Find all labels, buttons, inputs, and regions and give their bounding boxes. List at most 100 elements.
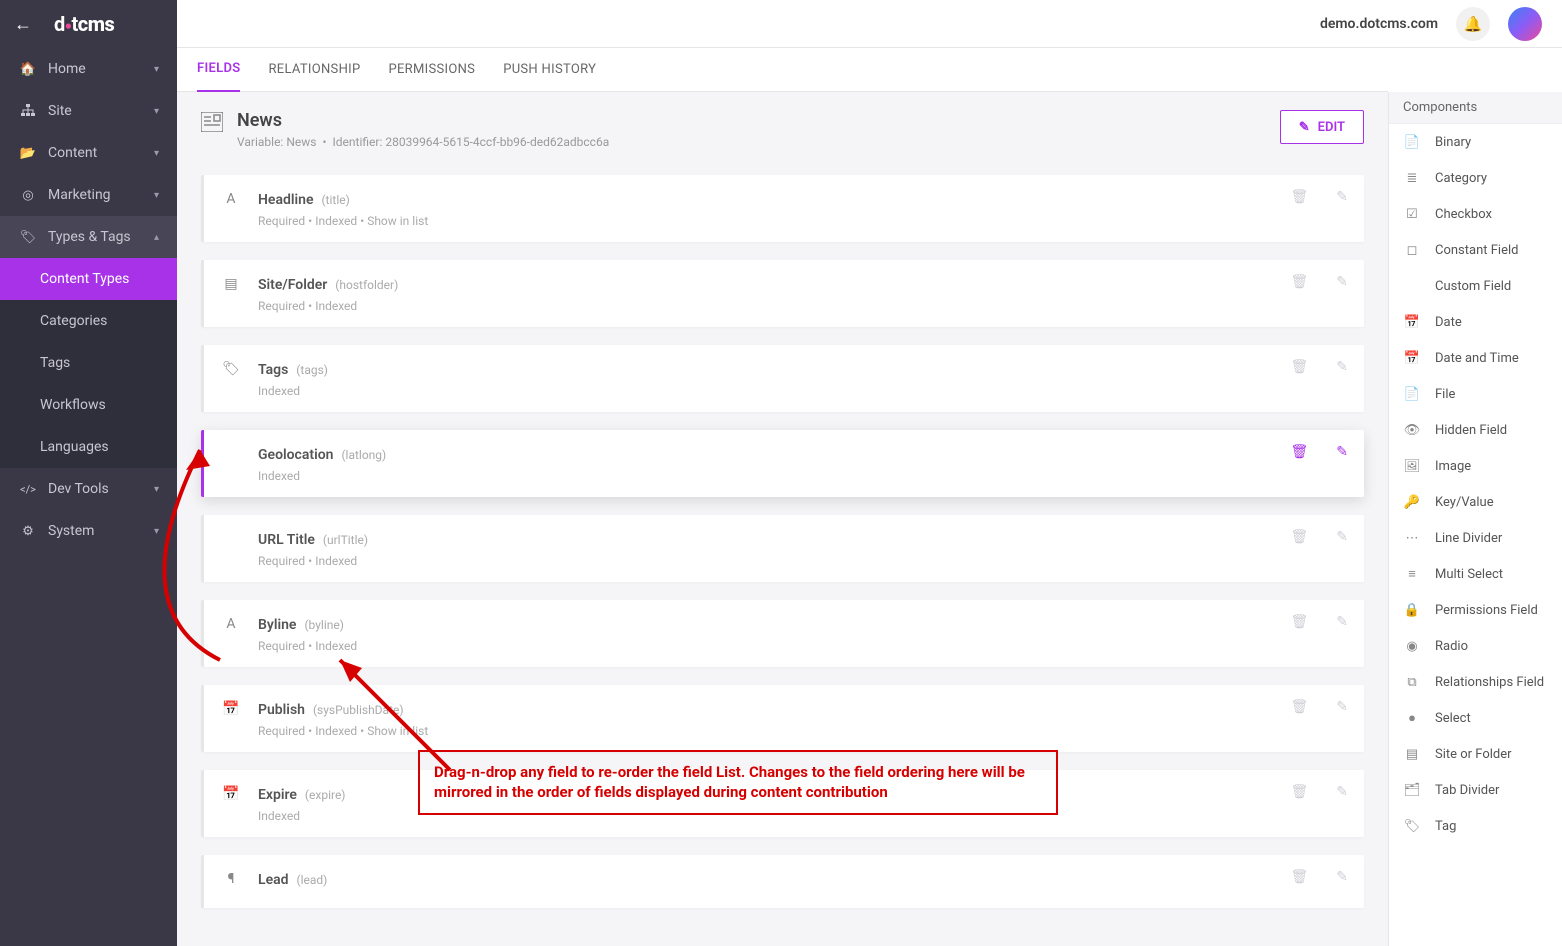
sidebar-item-label: Dev Tools <box>48 481 154 497</box>
sidebar-item-dev-tools[interactable]: </> Dev Tools ▾ <box>0 468 177 510</box>
field-name: Publish <box>258 702 305 718</box>
field-type-icon: A <box>220 191 242 207</box>
page-title: News <box>237 110 609 131</box>
component-item[interactable]: ●Select <box>1389 700 1562 736</box>
component-label: File <box>1435 387 1455 402</box>
tab-permissions[interactable]: PERMISSIONS <box>388 48 475 92</box>
component-label: Constant Field <box>1435 243 1518 258</box>
component-icon: 🖼 <box>1403 459 1421 474</box>
edit-icon[interactable]: ✎ <box>1336 699 1348 715</box>
back-button[interactable]: ← <box>14 14 32 35</box>
gear-icon: ⚙ <box>18 524 38 539</box>
field-meta: Required • Indexed <box>258 554 1290 568</box>
component-item[interactable]: 🔑Key/Value <box>1389 484 1562 520</box>
sidebar-item-content[interactable]: 📂 Content ▾ <box>0 132 177 174</box>
component-item[interactable]: 👁Hidden Field <box>1389 412 1562 448</box>
delete-icon[interactable]: 🗑 <box>1290 189 1308 205</box>
field-name: Site/Folder <box>258 277 327 293</box>
chevron-down-icon: ▾ <box>154 190 159 201</box>
component-item[interactable]: ◉Radio <box>1389 628 1562 664</box>
sidebar-item-system[interactable]: ⚙ System ▾ <box>0 510 177 552</box>
delete-icon[interactable]: 🗑 <box>1290 359 1308 375</box>
edit-icon[interactable]: ✎ <box>1336 444 1348 460</box>
sidebar-item-site[interactable]: Site ▾ <box>0 90 177 132</box>
component-icon: 📅 <box>1403 351 1421 366</box>
edit-icon[interactable]: ✎ <box>1336 869 1348 885</box>
component-item[interactable]: 🖼Image <box>1389 448 1562 484</box>
field-card[interactable]: URL Title (urlTitle) Required • Indexed … <box>201 515 1364 582</box>
sidebar-item-label: Home <box>48 61 154 77</box>
field-variable: (byline) <box>304 618 343 632</box>
tab-relationship[interactable]: RELATIONSHIP <box>268 48 360 92</box>
field-name: Geolocation <box>258 447 333 463</box>
edit-icon[interactable]: ✎ <box>1336 529 1348 545</box>
edit-icon[interactable]: ✎ <box>1336 189 1348 205</box>
field-name: Expire <box>258 787 297 803</box>
component-item[interactable]: Custom Field <box>1389 268 1562 304</box>
delete-icon[interactable]: 🗑 <box>1290 869 1308 885</box>
edit-button[interactable]: ✎ EDIT <box>1280 110 1364 144</box>
sidebar-item-types-tags[interactable]: 🏷 Types & Tags ▴ <box>0 216 177 258</box>
component-item[interactable]: ▤Site or Folder <box>1389 736 1562 772</box>
sidebar-item-marketing[interactable]: ◎ Marketing ▾ <box>0 174 177 216</box>
component-item[interactable]: 🗂Tab Divider <box>1389 772 1562 808</box>
components-panel: Components 📄Binary≣Category☑Checkbox◻Con… <box>1388 92 1562 946</box>
page-subtitle: Variable: News•Identifier: 28039964-5615… <box>237 135 609 149</box>
component-item[interactable]: 🏷Tag <box>1389 808 1562 844</box>
chevron-down-icon: ▾ <box>154 64 159 75</box>
component-item[interactable]: ◻Constant Field <box>1389 232 1562 268</box>
delete-icon[interactable]: 🗑 <box>1290 614 1308 630</box>
sidebar-sub-content-types[interactable]: Content Types <box>0 258 177 300</box>
component-label: Select <box>1435 711 1471 726</box>
field-type-icon: 🏷 <box>220 361 242 377</box>
component-item[interactable]: ≣Category <box>1389 160 1562 196</box>
sidebar-sub-tags[interactable]: Tags <box>0 342 177 384</box>
tab-fields[interactable]: FIELDS <box>197 48 240 92</box>
field-card[interactable]: 📅 Publish (sysPublishDate) Required • In… <box>201 685 1364 752</box>
sidebar-sub-workflows[interactable]: Workflows <box>0 384 177 426</box>
component-label: Custom Field <box>1435 279 1511 294</box>
sidebar-sub-languages[interactable]: Languages <box>0 426 177 468</box>
edit-icon[interactable]: ✎ <box>1336 614 1348 630</box>
field-card[interactable]: Geolocation (latlong) Indexed 🗑 ✎ <box>201 430 1364 497</box>
component-item[interactable]: ≡Multi Select <box>1389 556 1562 592</box>
sidebar-item-home[interactable]: 🏠 Home ▾ <box>0 48 177 90</box>
component-label: Permissions Field <box>1435 603 1538 618</box>
component-item[interactable]: 📄File <box>1389 376 1562 412</box>
component-item[interactable]: ⋯Line Divider <box>1389 520 1562 556</box>
delete-icon[interactable]: 🗑 <box>1290 699 1308 715</box>
avatar[interactable] <box>1508 7 1542 41</box>
delete-icon[interactable]: 🗑 <box>1290 274 1308 290</box>
field-card[interactable]: 🏷 Tags (tags) Indexed 🗑 ✎ <box>201 345 1364 412</box>
component-icon: ⋯ <box>1403 531 1421 546</box>
component-item[interactable]: ⧉Relationships Field <box>1389 664 1562 700</box>
code-icon: </> <box>18 483 38 496</box>
component-item[interactable]: ☑Checkbox <box>1389 196 1562 232</box>
delete-icon[interactable]: 🗑 <box>1290 444 1308 460</box>
component-item[interactable]: 📅Date and Time <box>1389 340 1562 376</box>
notifications-icon[interactable]: 🔔 <box>1456 7 1490 41</box>
edit-icon[interactable]: ✎ <box>1336 274 1348 290</box>
component-item[interactable]: 📅Date <box>1389 304 1562 340</box>
edit-icon[interactable]: ✎ <box>1336 784 1348 800</box>
field-meta: Indexed <box>258 384 1290 398</box>
component-item[interactable]: 🔒Permissions Field <box>1389 592 1562 628</box>
component-label: Binary <box>1435 135 1471 150</box>
field-card[interactable]: ▤ Site/Folder (hostfolder) Required • In… <box>201 260 1364 327</box>
delete-icon[interactable]: 🗑 <box>1290 784 1308 800</box>
field-variable: (urlTitle) <box>323 533 368 547</box>
field-type-icon: 📅 <box>220 701 242 717</box>
field-card[interactable]: A Byline (byline) Required • Indexed 🗑 ✎ <box>201 600 1364 667</box>
tab-push-history[interactable]: PUSH HISTORY <box>503 48 596 92</box>
delete-icon[interactable]: 🗑 <box>1290 529 1308 545</box>
tabs: FIELDS RELATIONSHIP PERMISSIONS PUSH HIS… <box>177 48 1388 92</box>
edit-icon: ✎ <box>1299 120 1310 135</box>
edit-icon[interactable]: ✎ <box>1336 359 1348 375</box>
field-card[interactable]: A Headline (title) Required • Indexed • … <box>201 175 1364 242</box>
sidebar-sub-categories[interactable]: Categories <box>0 300 177 342</box>
sidebar-item-label: Marketing <box>48 187 154 203</box>
field-card[interactable]: ¶ Lead (lead) 🗑 ✎ <box>201 855 1364 908</box>
component-item[interactable]: 📄 Binary <box>1389 124 1562 160</box>
chevron-up-icon: ▴ <box>154 232 159 243</box>
component-icon: 📄 <box>1403 135 1421 150</box>
